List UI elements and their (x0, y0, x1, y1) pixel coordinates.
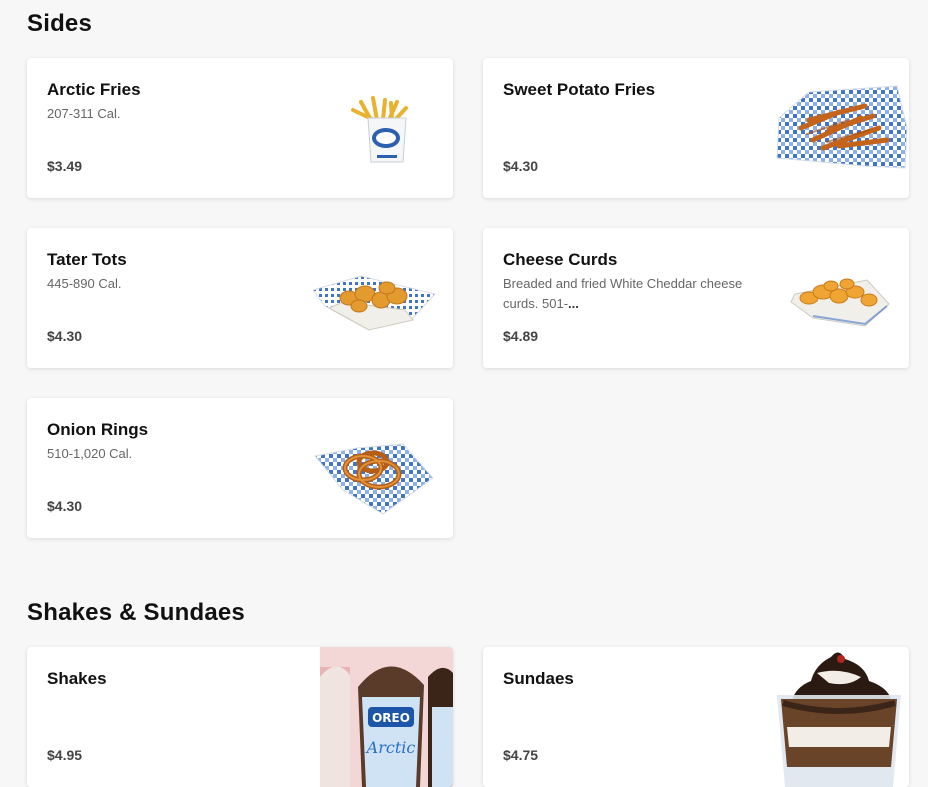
tater-tots-tray-image (313, 228, 453, 368)
menu-item-tater-tots[interactable]: Tater Tots 445-890 Cal. $4.30 (27, 228, 453, 368)
item-name: Onion Rings (47, 420, 149, 439)
item-price: $4.30 (503, 158, 539, 174)
item-name: Shakes (47, 669, 107, 688)
item-price: $4.75 (503, 747, 539, 763)
item-calories: 207-311 Cal. (47, 106, 121, 121)
item-price: $3.49 (47, 158, 83, 174)
shakes-cups-image: OREO Arctic (320, 647, 453, 787)
sundae-cup-image (769, 647, 909, 787)
item-name: Cheese Curds (503, 250, 618, 269)
item-calories: 510-1,020 Cal. (47, 446, 133, 461)
menu-item-sundaes[interactable]: Sundaes $4.75 (483, 647, 909, 787)
item-name: Sundaes (503, 669, 574, 688)
item-name: Sweet Potato Fries (503, 80, 656, 99)
item-calories: 445-890 Cal. (47, 276, 122, 291)
menu-item-sweet-potato-fries[interactable]: Sweet Potato Fries $4.30 (483, 58, 909, 198)
item-name: Arctic Fries (47, 80, 141, 99)
item-price: $4.89 (503, 328, 539, 344)
menu-item-arctic-fries[interactable]: Arctic Fries 207-311 Cal. $3.49 (27, 58, 453, 198)
menu-item-shakes[interactable]: Shakes $4.95 OREO Arctic (27, 647, 453, 787)
cheese-curds-tray-image (769, 228, 909, 368)
menu-item-onion-rings[interactable]: Onion Rings 510-1,020 Cal. $4.30 (27, 398, 453, 538)
item-price: $4.30 (47, 498, 83, 514)
menu-item-cheese-curds[interactable]: Cheese Curds Breaded and fried White Che… (483, 228, 909, 368)
read-more-ellipsis[interactable]: ... (568, 296, 579, 311)
sweet-potato-fries-basket-image (769, 58, 909, 198)
item-description-text: Breaded and fried White Cheddar cheese c… (503, 276, 743, 311)
item-price: $4.30 (47, 328, 83, 344)
item-name: Tater Tots (47, 250, 127, 269)
fries-bag-image (313, 58, 453, 198)
arctic-label: Arctic (365, 738, 416, 757)
section-title-sides: Sides (27, 10, 93, 37)
item-price: $4.95 (47, 747, 83, 763)
oreo-label: OREO (372, 711, 410, 725)
item-description: Breaded and fried White Cheddar cheese c… (503, 274, 753, 314)
section-title-shakes-sundaes: Shakes & Sundaes (27, 599, 245, 626)
onion-rings-basket-image (313, 398, 453, 538)
